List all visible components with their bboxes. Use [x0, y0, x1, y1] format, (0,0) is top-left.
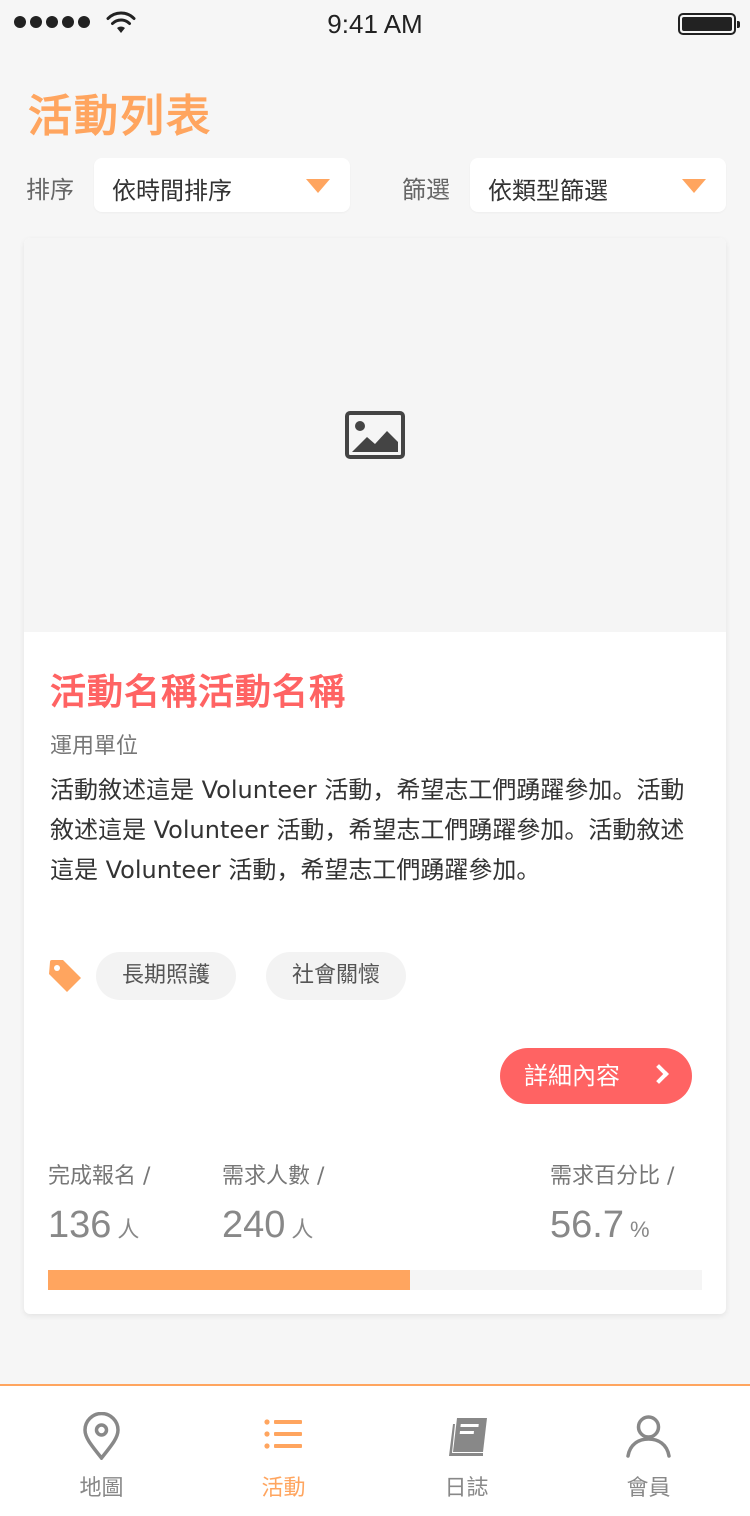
tab-journal-label: 日誌: [444, 1476, 489, 1501]
registered-unit: 人: [117, 1217, 140, 1242]
tag-social-care[interactable]: 社會關懷: [266, 952, 407, 1000]
tab-journal[interactable]: 日誌: [373, 1386, 560, 1516]
registered-value: 136: [48, 1204, 112, 1246]
filter-select[interactable]: 依類型篩選: [470, 158, 726, 212]
image-icon: [345, 411, 405, 459]
organization-name: 運用單位: [50, 734, 139, 759]
status-bar: 9:41 AM: [0, 0, 750, 48]
filter-label: 篩選: [402, 176, 450, 204]
status-time: 9:41 AM: [327, 9, 423, 39]
tab-activity[interactable]: 活動: [190, 1386, 377, 1516]
list-icon: [264, 1419, 302, 1449]
needed-value: 240: [222, 1204, 286, 1246]
progress-bar: [48, 1270, 702, 1290]
needed-count: 240 人: [222, 1204, 313, 1247]
caret-down-icon: [682, 179, 706, 193]
tab-map-label: 地圖: [79, 1476, 124, 1501]
map-pin-icon: [83, 1412, 120, 1460]
bottom-tab-bar: 地圖 活動 日誌 會員: [0, 1384, 750, 1516]
event-card[interactable]: 活動名稱活動名稱 運用單位 活動敘述這是 Volunteer 活動，希望志工們踴…: [24, 238, 726, 1314]
tab-map[interactable]: 地圖: [8, 1386, 195, 1516]
percent-label: 需求百分比 /: [550, 1164, 675, 1189]
book-icon: [449, 1418, 487, 1456]
chevron-right-icon: [649, 1064, 669, 1084]
tab-member-label: 會員: [626, 1476, 671, 1501]
tag-icon: [49, 960, 81, 992]
sort-label: 排序: [26, 176, 74, 204]
tag-long-term-care[interactable]: 長期照護: [96, 952, 237, 1000]
percent-unit: %: [629, 1217, 650, 1242]
tab-activity-label: 活動: [261, 1476, 306, 1501]
detail-button-label: 詳細內容: [524, 1062, 620, 1090]
sort-select-value: 依時間排序: [112, 177, 232, 205]
percent-value: 56.7: [550, 1204, 624, 1246]
battery-icon: [678, 13, 740, 35]
caret-down-icon: [306, 179, 330, 193]
registered-count: 136 人: [48, 1204, 139, 1247]
filter-select-value: 依類型篩選: [488, 177, 608, 205]
percent-count: 56.7%: [550, 1204, 650, 1247]
tab-member[interactable]: 會員: [555, 1386, 742, 1516]
event-title: 活動名稱活動名稱: [50, 672, 347, 713]
needed-label: 需求人數 /: [222, 1164, 325, 1189]
progress-fill: [48, 1270, 410, 1290]
registered-label: 完成報名 /: [48, 1164, 151, 1189]
sort-select[interactable]: 依時間排序: [94, 158, 350, 212]
user-icon: [626, 1415, 671, 1458]
event-description: 活動敘述這是 Volunteer 活動，希望志工們踴躍參加。活動敘述這是 Vol…: [50, 776, 685, 884]
event-image-placeholder: [24, 238, 726, 632]
page-title: 活動列表: [28, 91, 212, 142]
detail-button[interactable]: 詳細內容: [500, 1048, 692, 1104]
needed-unit: 人: [291, 1217, 314, 1242]
